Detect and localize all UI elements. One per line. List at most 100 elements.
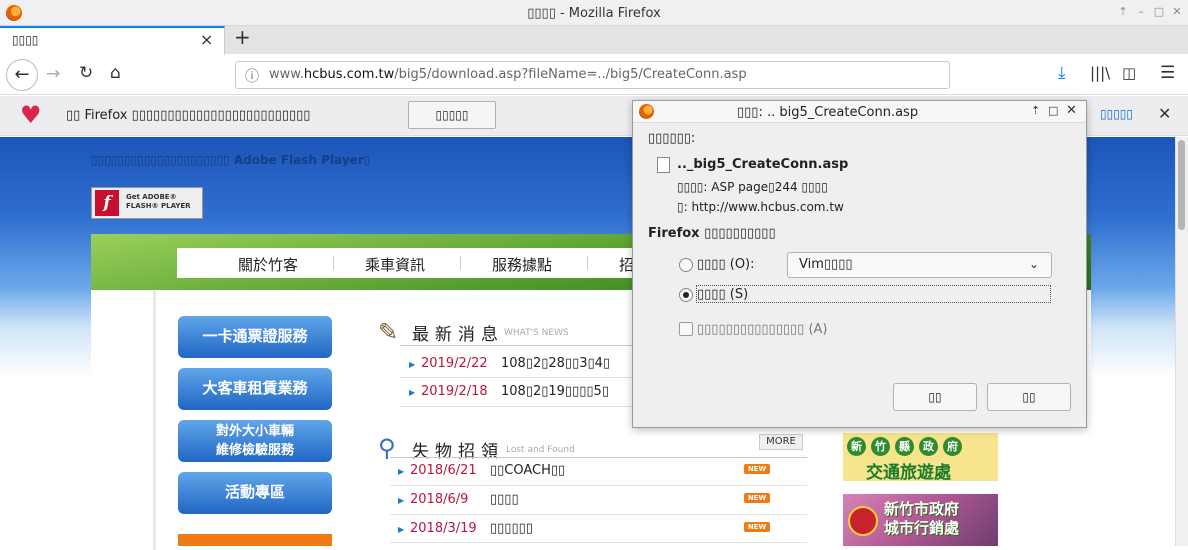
file-type: ▯▯▯▯: ASP page▯244 ▯▯▯▯	[677, 180, 828, 194]
lost-date: 2018/6/21	[410, 463, 477, 478]
window-maximize-icon[interactable]: □	[1152, 5, 1166, 19]
lost-link[interactable]: ▯▯▯▯	[490, 492, 519, 507]
city-seal-logo	[848, 506, 878, 536]
site-menu-about[interactable]: 關於竹客	[238, 254, 298, 275]
downloads-icon[interactable]: ⤓	[1058, 63, 1066, 83]
bullet-arrow-icon: ▶	[398, 496, 405, 505]
site-info-icon[interactable]: ⓘ	[245, 66, 259, 86]
flash-badge-text: Get ADOBE® FLASH® PLAYER	[126, 193, 191, 211]
flash-badge-line1: Get ADOBE®	[126, 193, 177, 201]
menu-divider	[333, 256, 334, 270]
heart-icon: ♥	[20, 101, 42, 129]
news-title: 最新消息	[412, 325, 504, 345]
reload-button[interactable]: ↻	[79, 63, 93, 83]
chevron-down-icon: ⌄	[1029, 257, 1040, 271]
dialog-keep-above-icon[interactable]: ⇡	[1031, 104, 1040, 117]
save-file-radio[interactable]	[679, 288, 693, 302]
lost-found-title: 失物招領	[412, 442, 504, 462]
menu-divider	[460, 256, 461, 270]
hamburger-menu-icon[interactable]: ☰	[1160, 63, 1175, 83]
window-keep-above-icon[interactable]: ⇡	[1116, 5, 1130, 19]
new-tab-button[interactable]: +	[234, 25, 251, 49]
notification-link[interactable]: ▯▯▯▯▯	[1100, 107, 1133, 121]
tab-active[interactable]: ▯▯▯▯ ×	[0, 26, 225, 55]
bullet-arrow-icon: ▶	[398, 525, 405, 534]
lost-date: 2018/6/9	[410, 492, 469, 507]
home-button[interactable]: ⌂	[110, 63, 121, 83]
cancel-button[interactable]: ▯▯	[893, 383, 977, 411]
ad2-text: 新竹市政府 城市行銷處	[884, 500, 959, 538]
news-date: 2019/2/18	[421, 384, 488, 399]
back-button[interactable]: ←	[6, 59, 38, 91]
flash-logo-icon: f	[95, 190, 119, 216]
dialog-close-icon[interactable]: ✕	[1066, 103, 1077, 118]
menu-divider	[587, 256, 588, 270]
row-divider	[390, 485, 807, 486]
ad-char-circle: 縣	[895, 437, 914, 456]
bus-rental-button[interactable]: 大客車租賃業務	[178, 368, 332, 410]
tab-title: ▯▯▯▯	[12, 33, 39, 47]
focus-ring	[696, 285, 1051, 303]
events-button[interactable]: 活動專區	[178, 472, 332, 514]
ad-char-circle: 府	[943, 437, 962, 456]
file-source: ▯: http://www.hcbus.com.tw	[677, 200, 844, 214]
remember-choice-checkbox[interactable]	[679, 322, 693, 336]
lost-found-subtitle: Lost and Found	[506, 445, 575, 455]
flash-required-message: ▯▯▯▯▯▯▯▯▯▯▯▯▯▯▯▯▯▯▯▯▯ Adobe Flash Player…	[91, 153, 371, 167]
more-button[interactable]: MORE	[759, 434, 803, 450]
site-menu-ride-info[interactable]: 乘車資訊	[365, 254, 425, 275]
dialog-title: ▯▯▯: .. big5_CreateConn.asp	[737, 105, 919, 120]
news-link[interactable]: 108▯2▯19▯▯▯▯5▯	[501, 384, 609, 399]
notification-button[interactable]: ▯▯▯▯▯	[408, 101, 496, 129]
sidebar-icon[interactable]: ◫	[1122, 64, 1136, 82]
lost-date: 2018/3/19	[410, 521, 477, 536]
dialog-question: Firefox ▯▯▯▯▯▯▯▯▯▯	[648, 226, 776, 241]
radio-selected-dot	[683, 292, 689, 298]
site-menu-locations[interactable]: 服務據點	[492, 254, 552, 275]
bullet-arrow-icon: ▶	[398, 467, 405, 476]
row-divider	[390, 542, 807, 543]
remember-choice-label[interactable]: ▯▯▯▯▯▯▯▯▯▯▯▯▯▯▯ (A)	[697, 322, 827, 337]
forward-button[interactable]: →	[46, 64, 60, 84]
save-file-label[interactable]: ▯▯▯▯ (S)	[697, 287, 748, 302]
ipass-service-button[interactable]: 一卡通票證服務	[178, 316, 332, 358]
opening-label: ▯▯▯▯▯▯:	[648, 131, 696, 146]
file-icon	[657, 157, 670, 173]
content-shadow	[153, 290, 156, 550]
url-text[interactable]: www.hcbus.com.tw/big5/download.asp?fileN…	[269, 67, 747, 82]
news-date: 2019/2/22	[421, 356, 488, 371]
vehicle-repair-line2: 維修檢驗服務	[215, 443, 294, 458]
vehicle-repair-line1: 對外大小車輛	[215, 424, 294, 439]
window-minimize-icon[interactable]: –	[1134, 5, 1148, 19]
ok-button[interactable]: ▯▯	[987, 383, 1071, 411]
ad-char-circle: 新	[847, 437, 866, 456]
news-subtitle: WHAT'S NEWS	[504, 328, 569, 338]
vehicle-repair-button[interactable]: 對外大小車輛 維修檢驗服務	[178, 420, 332, 462]
new-badge: NEW	[744, 493, 770, 503]
ad2-line2: 城市行銷處	[884, 519, 960, 537]
news-link[interactable]: 108▯2▯28▯▯3▯4▯	[501, 356, 610, 371]
file-name: .._big5_CreateConn.asp	[677, 157, 849, 172]
tab-close-icon[interactable]: ×	[200, 30, 213, 49]
bullet-arrow-icon: ▶	[409, 360, 416, 369]
dialog-maximize-icon[interactable]: □	[1048, 104, 1058, 117]
open-with-label[interactable]: ▯▯▯▯ (O):	[697, 257, 755, 272]
scrollbar-thumb[interactable]	[1178, 140, 1185, 230]
library-icon[interactable]: |||\	[1090, 64, 1110, 82]
lost-link[interactable]: ▯▯▯▯▯▯	[490, 521, 533, 536]
window-close-icon[interactable]: ✕	[1170, 5, 1184, 19]
partial-promo-banner[interactable]	[178, 534, 332, 546]
flash-badge-line2: FLASH® PLAYER	[126, 202, 191, 210]
row-divider	[400, 406, 632, 407]
ad2-line1: 新竹市政府	[884, 500, 960, 518]
open-with-radio[interactable]	[679, 258, 693, 272]
lost-link[interactable]: ▯▯COACH▯▯	[490, 463, 565, 478]
new-badge: NEW	[744, 464, 770, 474]
new-badge: NEW	[744, 522, 770, 532]
url-prefix: www.	[269, 67, 304, 82]
notification-text: ▯▯ Firefox ▯▯▯▯▯▯▯▯▯▯▯▯▯▯▯▯▯▯▯▯▯▯▯▯▯	[66, 108, 311, 123]
ad1-subtitle: 交通旅遊處	[866, 463, 951, 483]
notification-close-icon[interactable]: ✕	[1158, 104, 1171, 123]
application-select-value: Vim▯▯▯▯	[799, 257, 853, 272]
url-path: /big5/download.asp?fileName=../big5/Crea…	[394, 67, 747, 82]
